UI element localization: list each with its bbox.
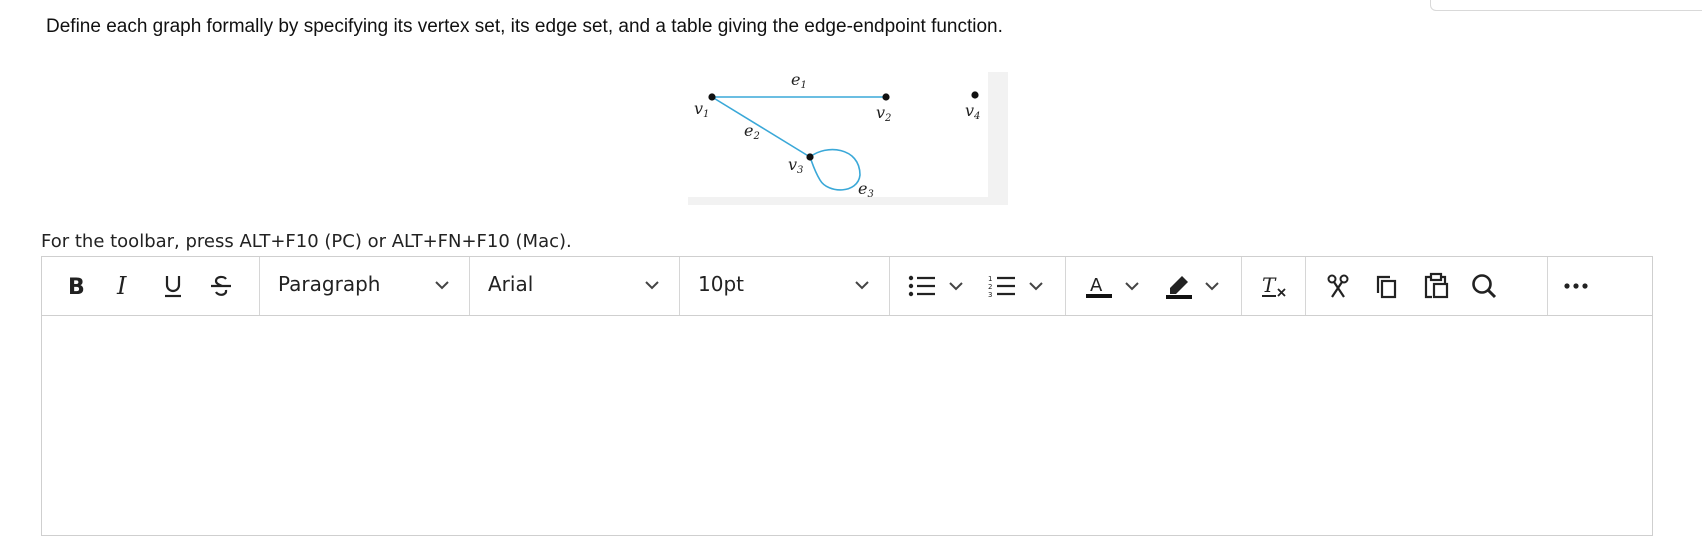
svg-text:1: 1	[988, 275, 992, 283]
chevron-down-icon	[1125, 282, 1139, 291]
more-icon[interactable]	[1556, 269, 1596, 303]
color-group: A	[1066, 257, 1242, 315]
highlight-button[interactable]	[1164, 269, 1228, 303]
vertex-v4	[971, 91, 979, 99]
chevron-down-icon	[435, 281, 449, 290]
top-right-panel-edge	[1430, 0, 1702, 11]
bold-icon[interactable]: B	[60, 269, 90, 303]
strikethrough-icon[interactable]	[206, 269, 236, 303]
cut-icon[interactable]	[1318, 269, 1358, 303]
editor-toolbar: B I Paragraph Arial 10pt 1 2 3 A T	[42, 257, 1652, 316]
font-size-select[interactable]: 10pt	[680, 257, 890, 315]
copy-icon[interactable]	[1366, 269, 1406, 303]
text-color-button[interactable]: A	[1084, 269, 1148, 303]
editor-content-area[interactable]	[42, 316, 1652, 536]
svg-text:3: 3	[988, 291, 992, 298]
svg-text:2: 2	[988, 283, 992, 291]
bullet-list-button[interactable]	[908, 269, 972, 303]
numbered-list-button[interactable]: 1 2 3	[988, 269, 1052, 303]
bullet-list-icon	[908, 275, 935, 297]
question-text: Define each graph formally by specifying…	[46, 16, 1003, 37]
svg-text:A: A	[1090, 275, 1103, 296]
toolbar-help-text: For the toolbar, press ALT+F10 (PC) or A…	[41, 231, 572, 252]
chevron-down-icon	[1205, 282, 1219, 291]
format-group: B I	[42, 257, 260, 315]
clear-format-group: T	[1242, 257, 1306, 315]
font-family-select[interactable]: Arial	[470, 257, 680, 315]
text-color-icon: A	[1086, 275, 1112, 298]
numbered-list-icon: 1 2 3	[988, 275, 1015, 298]
vertex-v3	[806, 153, 814, 161]
svg-text:T: T	[1262, 273, 1277, 297]
graph-figure: v1 v2 v3 v4 e1 e2 e3	[688, 72, 1008, 205]
block-format-value: Paragraph	[278, 272, 381, 296]
rich-text-editor: B I Paragraph Arial 10pt 1 2 3 A T	[41, 256, 1653, 536]
svg-text:I: I	[116, 274, 127, 298]
clipboard-group	[1306, 257, 1548, 315]
vertex-v1	[708, 93, 716, 101]
font-family-value: Arial	[488, 272, 534, 296]
chevron-down-icon	[645, 281, 659, 290]
find-icon[interactable]	[1464, 269, 1504, 303]
font-size-value: 10pt	[698, 272, 744, 296]
underline-icon[interactable]	[158, 269, 188, 303]
chevron-down-icon	[949, 282, 963, 291]
chevron-down-icon	[1029, 282, 1043, 291]
clear-formatting-icon[interactable]: T	[1258, 269, 1290, 303]
chevron-down-icon	[855, 281, 869, 290]
paste-icon[interactable]	[1416, 269, 1456, 303]
vertex-v2	[882, 93, 890, 101]
graph-svg: v1 v2 v3 v4 e1 e2 e3	[688, 72, 988, 200]
block-format-select[interactable]: Paragraph	[260, 257, 470, 315]
list-group: 1 2 3	[890, 257, 1066, 315]
highlight-icon	[1166, 276, 1192, 299]
svg-text:B: B	[68, 275, 85, 298]
italic-icon[interactable]: I	[108, 269, 138, 303]
